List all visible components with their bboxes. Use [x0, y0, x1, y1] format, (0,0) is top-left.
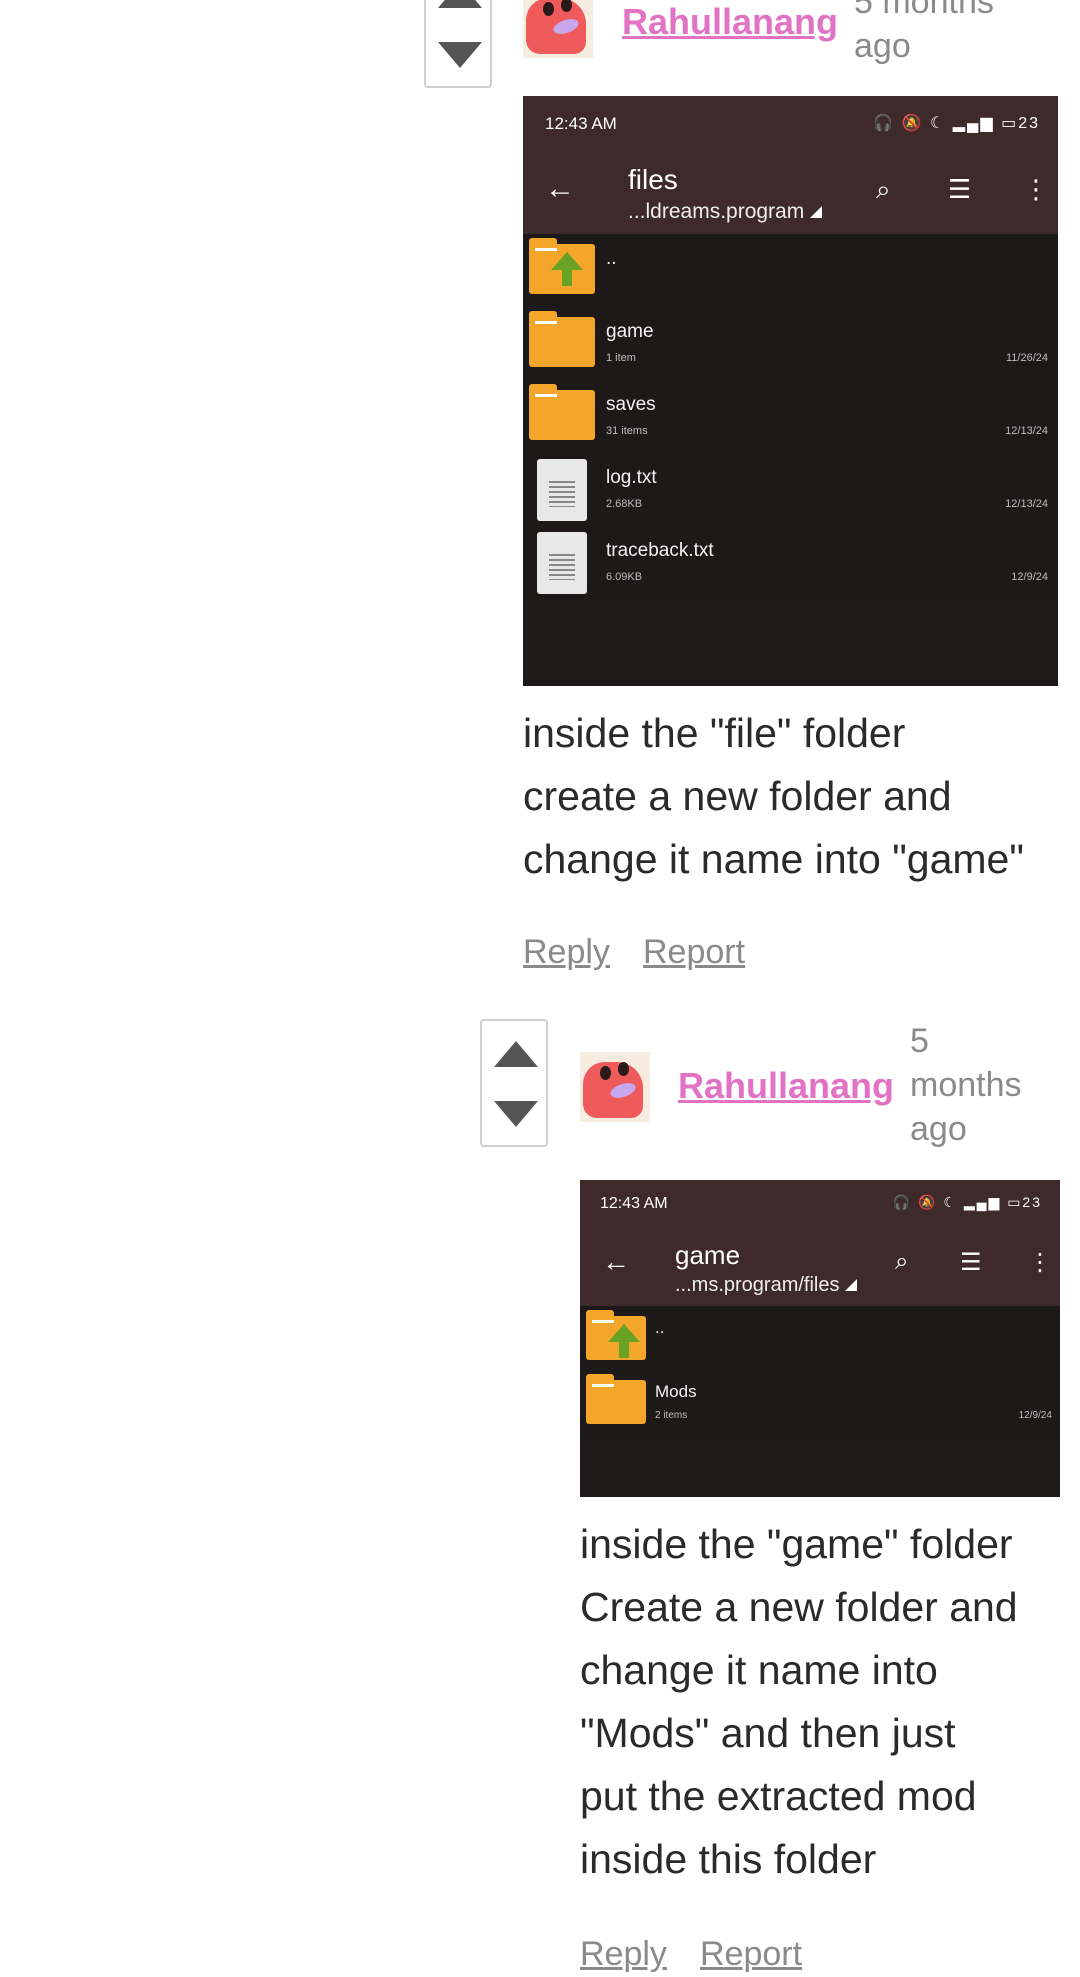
comment-text-line: put the extracted mod — [580, 1773, 977, 1819]
time-ago: 5 months ago — [910, 1019, 1022, 1151]
reply-link[interactable]: Reply — [523, 933, 610, 972]
comment-body: inside the "file" folder create a new fo… — [523, 702, 1024, 891]
avatar[interactable] — [580, 1052, 650, 1122]
time-ago-line: months — [910, 1066, 1022, 1104]
status-icons: 🎧 🔕 ☾ ▂▄▆ ▭23 — [892, 1194, 1042, 1210]
comment-text-line: inside the "file" folder — [523, 710, 906, 756]
downvote-button[interactable] — [494, 1101, 538, 1127]
file-row[interactable]: saves 31 items 12/13/24 — [523, 380, 1058, 453]
time-ago-line: 5 months — [854, 0, 994, 21]
comment-text-line: Create a new folder and — [580, 1584, 1018, 1630]
report-link[interactable]: Report — [700, 1935, 802, 1974]
file-row-parent[interactable]: .. — [580, 1306, 1060, 1370]
comment-image[interactable]: 12:43 AM 🎧 🔕 ☾ ▂▄▆ ▭23 ← game ...ms.prog… — [580, 1180, 1060, 1497]
parent-folder-icon — [529, 238, 595, 294]
file-name: log.txt — [606, 467, 657, 488]
folder-path-text: ...ms.program/files — [675, 1274, 840, 1296]
file-row[interactable]: log.txt 2.68KB 12/13/24 — [523, 453, 1058, 526]
file-date: 12/9/24 — [1011, 571, 1048, 583]
comment-image[interactable]: 12:43 AM 🎧 🔕 ☾ ▂▄▆ ▭23 ← files ...ldream… — [523, 96, 1058, 686]
folder-path-text: ...ldreams.program — [628, 200, 805, 223]
text-file-icon — [537, 532, 587, 594]
back-arrow-icon[interactable]: ← — [545, 172, 575, 206]
username-link[interactable]: Rahullanang — [622, 0, 838, 44]
comment-text-line: change it name into — [580, 1647, 938, 1693]
file-name: traceback.txt — [606, 540, 714, 561]
file-manager-toolbar: ← files ...ldreams.program ⌕ ☰ ⋮ — [523, 152, 1058, 234]
vote-box — [480, 1019, 548, 1147]
file-meta: 2.68KB — [606, 498, 643, 510]
downvote-button[interactable] — [438, 42, 482, 68]
status-time: 12:43 AM — [545, 114, 617, 133]
status-icons: 🎧 🔕 ☾ ▂▄▆ ▭23 — [873, 115, 1040, 132]
vote-box — [424, 0, 492, 88]
list-view-icon[interactable]: ☰ — [960, 1248, 982, 1277]
comment-text-line: "Mods" and then just — [580, 1710, 956, 1756]
upvote-button[interactable] — [494, 1041, 538, 1067]
folder-icon — [586, 1374, 646, 1424]
more-options-icon[interactable]: ⋮ — [1023, 174, 1049, 205]
file-list: .. Mods 2 items 12/9/24 — [580, 1306, 1060, 1436]
parent-folder-icon — [586, 1310, 646, 1360]
time-ago-line: ago — [910, 1110, 967, 1148]
file-list: .. game 1 item 11/26/24 saves 31 items 1… — [523, 234, 1058, 599]
file-row-parent[interactable]: .. — [523, 234, 1058, 307]
comment-text-line: change it name into "game" — [523, 836, 1024, 882]
folder-path[interactable]: ...ms.program/files — [675, 1274, 858, 1297]
dropdown-icon — [845, 1279, 858, 1291]
folder-icon — [529, 384, 595, 440]
time-ago: 5 months ago — [854, 0, 994, 68]
text-file-icon — [537, 459, 587, 521]
report-link[interactable]: Report — [643, 933, 745, 972]
time-ago-line: ago — [854, 27, 911, 65]
search-icon[interactable]: ⌕ — [895, 1248, 908, 1276]
file-meta: 31 items — [606, 425, 648, 437]
file-row[interactable]: game 1 item 11/26/24 — [523, 307, 1058, 380]
file-date: 12/13/24 — [1005, 425, 1048, 437]
time-ago-line: 5 — [910, 1022, 929, 1060]
folder-title: files — [628, 164, 678, 195]
file-row[interactable]: traceback.txt 6.09KB 12/9/24 — [523, 526, 1058, 599]
file-meta: 1 item — [606, 352, 636, 364]
file-meta: 6.09KB — [606, 571, 643, 583]
status-time: 12:43 AM — [600, 1195, 668, 1212]
comment-text-line: inside this folder — [580, 1836, 877, 1882]
comment-body: inside the "game" folder Create a new fo… — [580, 1513, 1018, 1891]
file-name: .. — [606, 248, 617, 269]
folder-title: game — [675, 1240, 741, 1270]
file-manager-toolbar: ← game ...ms.program/files ⌕ ☰ ⋮ — [580, 1230, 1060, 1306]
folder-icon — [529, 311, 595, 367]
file-row[interactable]: Mods 2 items 12/9/24 — [580, 1370, 1060, 1434]
file-date: 12/9/24 — [1018, 1410, 1052, 1421]
file-meta: 2 items — [655, 1410, 688, 1421]
file-date: 11/26/24 — [1005, 352, 1048, 364]
search-icon[interactable]: ⌕ — [876, 174, 891, 206]
back-arrow-icon[interactable]: ← — [602, 1246, 630, 1278]
more-options-icon[interactable]: ⋮ — [1028, 1248, 1052, 1277]
file-name: .. — [655, 1318, 665, 1337]
phone-status-bar: 12:43 AM 🎧 🔕 ☾ ▂▄▆ ▭23 — [523, 96, 1058, 152]
list-view-icon[interactable]: ☰ — [948, 174, 971, 205]
file-name: Mods — [655, 1382, 697, 1401]
file-name: saves — [606, 394, 656, 415]
upvote-button[interactable] — [438, 0, 482, 8]
file-date: 12/13/24 — [1005, 498, 1048, 510]
folder-path[interactable]: ...ldreams.program — [628, 200, 823, 224]
comment-text-line: create a new folder and — [523, 773, 952, 819]
reply-link[interactable]: Reply — [580, 1935, 667, 1974]
comment-text-line: inside the "game" folder — [580, 1521, 1013, 1567]
dropdown-icon — [810, 206, 823, 218]
phone-status-bar: 12:43 AM 🎧 🔕 ☾ ▂▄▆ ▭23 — [580, 1180, 1060, 1230]
file-name: game — [606, 321, 654, 342]
avatar[interactable] — [523, 0, 593, 58]
username-link[interactable]: Rahullanang — [678, 1064, 894, 1108]
